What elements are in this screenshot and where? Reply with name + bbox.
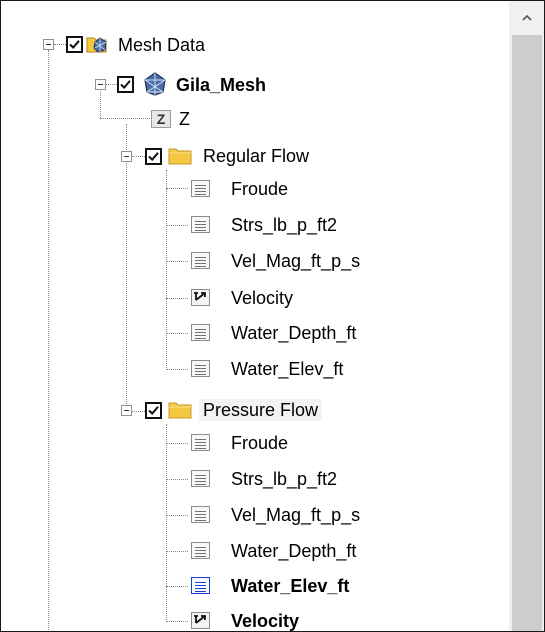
active-scalar-dataset-icon: [191, 577, 210, 594]
mesh-icon: [143, 72, 166, 96]
project-explorer-panel: Mesh Data Gila_Mesh Z Z Regular Flow Fro…: [0, 0, 545, 632]
scalar-dataset-icon: [191, 324, 210, 341]
elevation-z-icon: Z: [151, 110, 171, 128]
tree-node-pressure-flow[interactable]: Pressure Flow: [2, 396, 323, 424]
node-label: Water_Elev_ft: [231, 576, 350, 596]
gila-mesh-checkbox[interactable]: [117, 76, 134, 93]
tree-node-dataset[interactable]: Strs_lb_p_ft2: [2, 466, 337, 492]
tree-node-dataset-active[interactable]: Water_Elev_ft: [2, 573, 349, 599]
collapse-toggle[interactable]: [121, 405, 132, 416]
folder-icon: [168, 147, 192, 165]
scroll-up-button[interactable]: [510, 1, 544, 35]
regular-flow-checkbox[interactable]: [145, 148, 162, 165]
tree-node-dataset[interactable]: Water_Depth_ft: [2, 320, 356, 346]
node-label: Velocity: [231, 611, 300, 631]
tree-node-dataset-active[interactable]: Velocity: [2, 608, 302, 631]
scalar-dataset-icon: [191, 252, 210, 269]
node-label: Z: [179, 109, 190, 129]
chevron-up-icon: [522, 14, 532, 21]
tree-node-mesh-data[interactable]: Mesh Data: [2, 30, 302, 58]
node-label: Velocity: [231, 288, 294, 308]
tree-node-dataset[interactable]: Water_Elev_ft: [2, 356, 343, 382]
scrollbar-thumb[interactable]: [512, 35, 542, 631]
scalar-dataset-icon: [191, 506, 210, 523]
scalar-dataset-icon: [191, 360, 210, 377]
tree-node-dataset[interactable]: Strs_lb_p_ft2: [2, 212, 337, 238]
scalar-dataset-icon: [191, 216, 210, 233]
tree-node-z[interactable]: Z Z: [2, 106, 302, 132]
collapse-toggle[interactable]: [43, 39, 54, 50]
mesh-tree-view: Mesh Data Gila_Mesh Z Z Regular Flow Fro…: [2, 2, 506, 631]
collapse-toggle[interactable]: [95, 79, 106, 90]
node-label: Gila_Mesh: [176, 75, 267, 95]
tree-node-dataset[interactable]: Water_Depth_ft: [2, 538, 356, 564]
collapse-toggle[interactable]: [121, 151, 132, 162]
vertical-scrollbar[interactable]: [509, 1, 544, 631]
scalar-dataset-icon: [191, 180, 210, 197]
node-label: Vel_Mag_ft_p_s: [231, 505, 361, 525]
mesh-data-checkbox[interactable]: [66, 36, 83, 53]
node-label: Strs_lb_p_ft2: [231, 469, 338, 489]
tree-node-dataset[interactable]: Froude: [2, 176, 302, 202]
tree-node-dataset[interactable]: Vel_Mag_ft_p_s: [2, 248, 360, 274]
node-label: Water_Elev_ft: [231, 359, 344, 379]
node-label: Mesh Data: [118, 35, 206, 55]
node-label: Water_Depth_ft: [231, 541, 357, 561]
scalar-dataset-icon: [191, 542, 210, 559]
tree-node-dataset[interactable]: Velocity: [2, 285, 302, 311]
scalar-dataset-icon: [191, 434, 210, 451]
active-vector-dataset-icon: [191, 612, 210, 629]
pressure-flow-checkbox[interactable]: [145, 402, 162, 419]
mesh-folder-icon: [86, 32, 108, 54]
node-label: Water_Depth_ft: [231, 323, 357, 343]
tree-node-dataset[interactable]: Vel_Mag_ft_p_s: [2, 502, 360, 528]
tree-node-regular-flow[interactable]: Regular Flow: [2, 142, 309, 170]
scalar-dataset-icon: [191, 470, 210, 487]
node-label: Pressure Flow: [199, 399, 323, 421]
folder-icon: [168, 401, 192, 419]
node-label: Froude: [231, 433, 289, 453]
tree-node-gila-mesh[interactable]: Gila_Mesh: [2, 70, 302, 98]
node-label: Strs_lb_p_ft2: [231, 215, 338, 235]
node-label: Froude: [231, 179, 289, 199]
vector-dataset-icon: [191, 289, 210, 306]
tree-node-dataset[interactable]: Froude: [2, 430, 302, 456]
node-label: Vel_Mag_ft_p_s: [231, 251, 361, 271]
node-label: Regular Flow: [203, 146, 310, 166]
